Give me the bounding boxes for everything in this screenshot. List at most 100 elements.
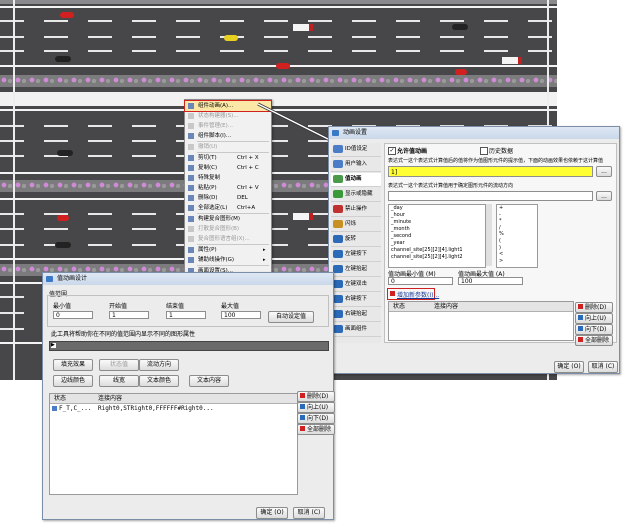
expr-label: 表达式一这个表达式计算值后的值将作为值图形元件的提示值，下面的动画效果也依赖于这… bbox=[388, 158, 604, 164]
operator-item[interactable]: > bbox=[497, 258, 537, 265]
nav-item[interactable]: 显示或隐藏 bbox=[331, 188, 381, 202]
variable-item[interactable]: _day bbox=[389, 205, 485, 212]
nav-item[interactable]: 闪烁 bbox=[331, 218, 381, 232]
nav-item[interactable]: 旋转 bbox=[331, 233, 381, 247]
operator-item[interactable]: - bbox=[497, 212, 537, 219]
side-button-label: 向下(D) bbox=[307, 415, 329, 422]
range-hint: 此工具将帮助你在不同的值范围内显示不同的图形属性 bbox=[51, 331, 196, 338]
row-content: Right0,STRight0,FFFFFF#Right0... bbox=[98, 405, 214, 412]
nav-item[interactable]: 右键按下 bbox=[331, 293, 381, 307]
nav-item[interactable]: 用户输入 bbox=[331, 158, 381, 172]
operator-item[interactable]: * bbox=[497, 218, 537, 225]
side-button[interactable]: 向下(D) bbox=[575, 324, 613, 335]
nav-item-icon bbox=[333, 160, 343, 168]
dialog-titlebar: 值动画设计 bbox=[43, 273, 333, 285]
variable-list[interactable]: _day _hour _minute _month _second _year channe… bbox=[388, 204, 486, 268]
slider-start-icon[interactable]: ▶ bbox=[51, 343, 56, 348]
expr-browse-button[interactable]: ... bbox=[596, 166, 612, 177]
side-button-label: 全部删除 bbox=[307, 426, 332, 433]
effect-button[interactable]: 流动方向 bbox=[139, 359, 179, 371]
effect-button[interactable]: 填充效果 bbox=[53, 359, 93, 371]
param-table: 状态 连接内容 bbox=[388, 301, 574, 341]
effect-button[interactable]: 文本颜色 bbox=[139, 375, 179, 387]
side-button-icon bbox=[300, 404, 305, 409]
operator-item[interactable]: ) bbox=[497, 245, 537, 252]
nav-item-label: 右键按下 bbox=[345, 296, 368, 302]
effect-button[interactable]: 文本内容 bbox=[189, 375, 229, 387]
operator-item[interactable]: / bbox=[497, 225, 537, 232]
nav-item[interactable]: 左键抬起 bbox=[331, 263, 381, 277]
expr2-input[interactable] bbox=[388, 191, 593, 201]
nav-item-icon bbox=[333, 205, 343, 213]
nav-item-icon bbox=[333, 220, 343, 228]
nav-item-icon bbox=[333, 175, 343, 183]
range-slider[interactable]: ▶ bbox=[49, 341, 329, 351]
variable-item[interactable]: _month bbox=[389, 226, 485, 233]
ok-button[interactable]: 确定 (O) bbox=[256, 507, 288, 519]
side-button[interactable]: 向上(U) bbox=[575, 313, 613, 324]
side-button-icon bbox=[578, 337, 583, 342]
side-button[interactable]: 全部删除 bbox=[297, 424, 335, 435]
nav-item-label: 显示或隐藏 bbox=[345, 191, 373, 197]
add-param-icon bbox=[390, 291, 395, 296]
side-button-icon bbox=[300, 426, 305, 431]
variable-item[interactable]: _year bbox=[389, 240, 485, 247]
add-param-link[interactable]: 增加新参数(I)... bbox=[397, 290, 439, 299]
nav-item[interactable]: 值动画 bbox=[331, 173, 381, 187]
effect-button[interactable]: 边线颜色 bbox=[53, 375, 93, 387]
min-input[interactable]: 0 bbox=[388, 277, 453, 285]
value-design-dialog: 值动画设计 值范围 最小值 0 开始值 1 结束值 1 最大值 100 自动设定值 此工具将帮… bbox=[42, 272, 335, 520]
nav-item-label: 用户输入 bbox=[345, 161, 368, 167]
operator-item[interactable]: % bbox=[497, 231, 537, 238]
side-button[interactable]: 向下(D) bbox=[297, 413, 335, 424]
ok-button[interactable]: 确定 (O) bbox=[554, 361, 584, 373]
variable-item[interactable]: _hour bbox=[389, 212, 485, 219]
nav-item[interactable]: ID值设定 bbox=[331, 143, 381, 157]
history-checkbox[interactable] bbox=[480, 147, 488, 155]
variable-item[interactable]: channel_site[25][2][4].light2 bbox=[389, 254, 485, 261]
nav-item-label: 值动画 bbox=[345, 176, 362, 182]
operator-item[interactable]: < bbox=[497, 251, 537, 258]
nav-item[interactable]: 右键抬起 bbox=[331, 308, 381, 322]
side-button-label: 删除(D) bbox=[585, 304, 607, 311]
cancel-button[interactable]: 取消 (C) bbox=[293, 507, 325, 519]
link-col-content: 连接内容 bbox=[98, 395, 123, 402]
range-col-label: 开始值 bbox=[109, 303, 128, 310]
content-panel: ✓ 允许值动画 历史数据 表达式一这个表达式计算值后的值将作为值图形元件的提示值… bbox=[384, 143, 617, 346]
nav-item[interactable]: 左键按下 bbox=[331, 248, 381, 262]
side-button[interactable]: 删除(D) bbox=[297, 391, 335, 402]
nav-item-label: 右键抬起 bbox=[345, 311, 368, 317]
range-col-input[interactable]: 1 bbox=[109, 311, 149, 319]
param-table-header: 状态 连接内容 bbox=[389, 302, 573, 312]
variable-item[interactable]: _second bbox=[389, 233, 485, 240]
max-input[interactable]: 100 bbox=[458, 277, 523, 285]
range-col-input[interactable]: 0 bbox=[53, 311, 93, 319]
effect-button[interactable]: 状态值 bbox=[99, 359, 139, 371]
nav-item[interactable]: 画面组件 bbox=[331, 323, 381, 337]
allow-anim-checkbox[interactable]: ✓ bbox=[388, 147, 396, 155]
side-button[interactable]: 向上(U) bbox=[297, 402, 335, 413]
side-button[interactable]: 全部删除 bbox=[575, 335, 613, 346]
variable-item[interactable]: channel_site[25][2][4].light1 bbox=[389, 247, 485, 254]
nav-item-label: 左键抬起 bbox=[345, 266, 368, 272]
nav-item-icon bbox=[333, 235, 343, 243]
table-row[interactable]: F_T,C_... Right0,STRight0,FFFFFF#Right0..… bbox=[50, 404, 297, 413]
nav-item-label: 闪烁 bbox=[345, 221, 357, 227]
auto-set-button[interactable]: 自动设定值 bbox=[268, 311, 314, 323]
range-col-input[interactable]: 1 bbox=[166, 311, 206, 319]
nav-item-label: 画面组件 bbox=[345, 326, 368, 332]
nav-item[interactable]: 禁止操作 bbox=[331, 203, 381, 217]
cancel-button[interactable]: 取消 (C) bbox=[588, 361, 618, 373]
dialog-titlebar: 动画设置 bbox=[329, 127, 619, 139]
operator-item[interactable]: ( bbox=[497, 238, 537, 245]
range-col-input[interactable]: 100 bbox=[221, 311, 261, 319]
operator-list[interactable]: + - * /%() < > bbox=[496, 204, 538, 268]
variable-item[interactable]: _minute bbox=[389, 219, 485, 226]
nav-item[interactable]: 左键双击 bbox=[331, 278, 381, 292]
expr-input[interactable]: 1] bbox=[388, 166, 593, 177]
expr2-browse-button[interactable]: ... bbox=[596, 191, 612, 201]
variable-list-scrollbar[interactable] bbox=[486, 204, 492, 266]
side-button[interactable]: 删除(D) bbox=[575, 302, 613, 313]
effect-button[interactable]: 线宽 bbox=[99, 375, 139, 387]
operator-item[interactable]: + bbox=[497, 205, 537, 212]
